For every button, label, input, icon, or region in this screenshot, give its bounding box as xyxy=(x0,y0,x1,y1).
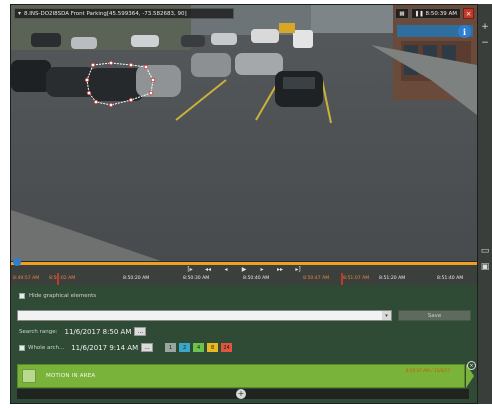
timeline-time: 8:50:02 AM xyxy=(49,276,76,281)
camera-icon[interactable]: ▣ xyxy=(480,262,490,272)
whole-archive-checkbox[interactable] xyxy=(19,344,25,351)
hide-graphics-row[interactable]: Hide graphical elements xyxy=(19,293,96,299)
timeline-time: 8:51:40 AM xyxy=(437,276,464,281)
playback-timeline[interactable]: [▸ ◂◂ ◂ ▶ ▸ ▸▸ ▸] 8:49:57 AM 8:50:02 AM … xyxy=(11,258,477,285)
step-end-button[interactable]: ▸] xyxy=(293,266,303,273)
timeline-time: 8:50:30 AM xyxy=(183,276,210,281)
camera-title: 8.INS-DO2I8SDA Front Parking[45.599364, … xyxy=(24,10,187,17)
close-icon[interactable]: × xyxy=(463,8,474,19)
chevron-down-icon[interactable]: ▾ xyxy=(382,311,391,320)
whole-archive-label: Whole arch... xyxy=(28,344,65,351)
save-button[interactable]: Save xyxy=(398,310,471,321)
rewind-button[interactable]: ◂◂ xyxy=(203,266,213,273)
layout-icon[interactable]: ▭ xyxy=(480,246,490,256)
search-range-picker-button[interactable]: ... xyxy=(134,327,147,336)
search-range-value: 11/6/2017 8:50 AM xyxy=(64,327,132,336)
surveillance-client-window: ▾ 8.INS-DO2I8SDA Front Parking[45.599364… xyxy=(10,4,478,404)
hour-chip-24[interactable]: 24 xyxy=(221,343,233,352)
timeline-cursor[interactable] xyxy=(341,273,343,285)
motion-result-item[interactable]: MOTION IN AREA 8:50:37 AM / 11/6/17 xyxy=(17,364,474,388)
layout-icon[interactable]: ▦ xyxy=(395,8,409,19)
camera-title-bar[interactable]: ▾ 8.INS-DO2I8SDA Front Parking[45.599364… xyxy=(14,8,234,19)
timeline-time: 8:50:40 AM xyxy=(243,276,270,281)
timeline-time: 8:49:57 AM xyxy=(13,276,40,281)
chevron-down-icon[interactable]: ▾ xyxy=(18,10,21,17)
hide-graphics-checkbox[interactable] xyxy=(19,293,25,299)
playback-controls: [▸ ◂◂ ◂ ▶ ▸ ▸▸ ▸] xyxy=(11,266,477,273)
right-side-toolbar: + − ▭ ▣ xyxy=(478,4,492,404)
hour-chip-2[interactable]: 2 xyxy=(179,343,191,352)
motion-result-label: MOTION IN AREA xyxy=(46,373,96,379)
camera-time: ❚❚ 8:50:39 AM xyxy=(410,8,461,19)
info-icon[interactable]: i xyxy=(458,25,471,38)
timeline-time: 8:51:07 AM xyxy=(343,276,370,281)
hour-chip-1[interactable]: 1 xyxy=(165,343,177,352)
play-button[interactable]: ▶ xyxy=(239,266,249,273)
timeline-time: 8:50:47 AM xyxy=(303,276,330,281)
close-icon[interactable]: × xyxy=(467,361,476,370)
timeline-track[interactable] xyxy=(11,262,477,265)
whole-archive-row: Whole arch... 11/6/2017 9:14 AM ... 1 2 … xyxy=(19,343,233,352)
camera-video-view[interactable]: ▾ 8.INS-DO2I8SDA Front Parking[45.599364… xyxy=(11,5,477,261)
plus-icon[interactable]: + xyxy=(480,22,490,32)
search-range-label: Search range: xyxy=(19,328,58,335)
camera-time-text: 8:50:39 AM xyxy=(425,10,457,17)
search-range-row: Search range: 11/6/2017 8:50 AM ... xyxy=(19,327,147,336)
hour-chip-4[interactable]: 4 xyxy=(193,343,205,352)
hour-chip-8[interactable]: 8 xyxy=(207,343,219,352)
step-forward-button[interactable]: ▸ xyxy=(257,266,267,273)
pause-icon[interactable]: ❚❚ xyxy=(415,11,424,17)
whole-archive-picker-button[interactable]: ... xyxy=(141,343,154,352)
whole-archive-value: 11/6/2017 9:14 AM xyxy=(71,343,139,352)
hide-graphics-label: Hide graphical elements xyxy=(29,293,97,299)
fast-forward-button[interactable]: ▸▸ xyxy=(275,266,285,273)
motion-result-timestamp: 8:50:37 AM / 11/6/17 xyxy=(405,368,450,373)
timeline-time: 8:50:20 AM xyxy=(123,276,150,281)
timeline-time: 8:51:20 AM xyxy=(379,276,406,281)
step-start-button[interactable]: [▸ xyxy=(185,266,195,273)
parking-lot-scene xyxy=(11,5,477,261)
timeline-cursor[interactable] xyxy=(57,273,59,285)
step-back-button[interactable]: ◂ xyxy=(221,266,231,273)
rule-select-row: ▾ Save xyxy=(17,310,471,321)
result-footer-bar: + xyxy=(17,389,469,399)
camera-top-right-controls: ▦ ❚❚ 8:50:39 AM × xyxy=(395,8,474,19)
search-panel: Hide graphical elements ▾ Save Search ra… xyxy=(11,285,477,403)
motion-area-icon xyxy=(22,369,36,383)
rule-select[interactable]: ▾ xyxy=(17,310,392,321)
timeline-start-marker[interactable] xyxy=(13,258,21,266)
add-icon[interactable]: + xyxy=(236,389,246,399)
minus-icon[interactable]: − xyxy=(480,38,490,48)
